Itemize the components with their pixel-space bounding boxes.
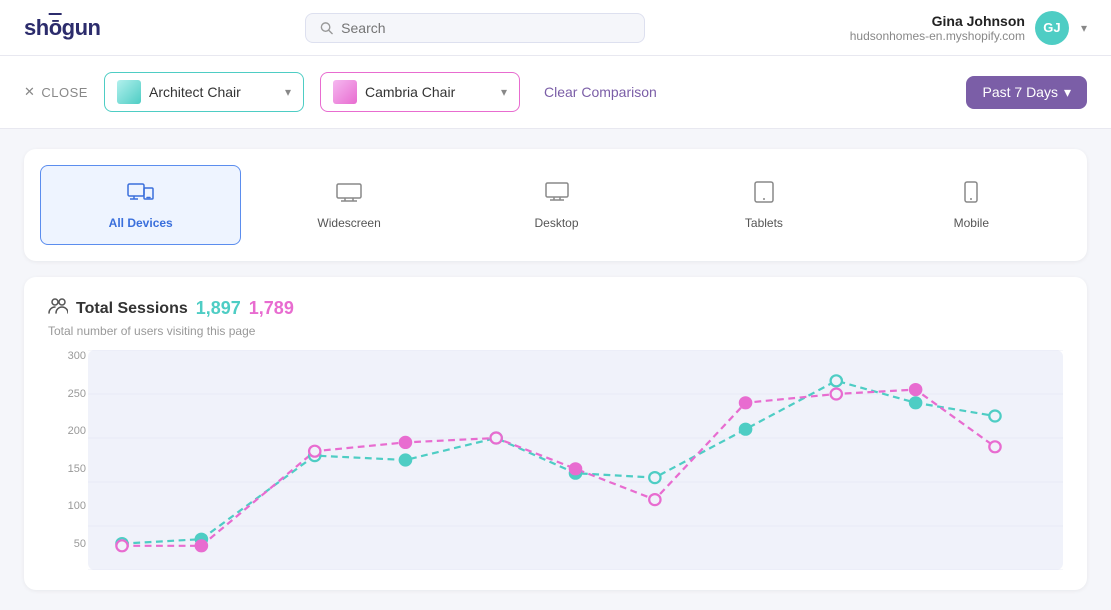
tablets-icon [750, 180, 778, 210]
device-tabs: All Devices Widescreen [24, 149, 1087, 261]
app-logo: shōgun [24, 15, 100, 41]
chart-value-1: 1,897 [196, 298, 241, 319]
y-label-300: 300 [68, 350, 86, 362]
user-details: Gina Johnson hudsonhomes-en.myshopify.co… [850, 13, 1025, 43]
close-x-icon: ✕ [24, 84, 35, 100]
date-chevron-icon: ▾ [1064, 84, 1071, 101]
mobile-icon [957, 180, 985, 210]
y-label-50: 50 [74, 538, 86, 550]
tab-tablets-label: Tablets [745, 216, 783, 230]
y-label-100: 100 [68, 500, 86, 512]
y-label-150: 150 [68, 463, 86, 475]
tab-desktop[interactable]: Desktop [457, 165, 656, 245]
search-input[interactable] [341, 20, 630, 36]
page1-selector[interactable]: Architect Chair ▾ [104, 72, 304, 112]
chart-svg [88, 350, 1063, 570]
chart-header: Total Sessions 1,897 1,789 [48, 297, 1063, 320]
y-label-200: 200 [68, 425, 86, 437]
people-icon [48, 297, 68, 320]
user-name: Gina Johnson [850, 13, 1025, 29]
y-label-250: 250 [68, 388, 86, 400]
search-bar[interactable] [305, 13, 645, 43]
tab-mobile[interactable]: Mobile [872, 165, 1071, 245]
comparison-toolbar: ✕ CLOSE Architect Chair ▾ Cambria Chair … [0, 56, 1111, 129]
clear-comparison-button[interactable]: Clear Comparison [544, 84, 657, 100]
chevron-down-icon[interactable]: ▾ [1081, 21, 1087, 35]
tab-all-devices[interactable]: All Devices [40, 165, 241, 245]
page1-chevron-icon: ▾ [285, 85, 291, 99]
page2-label: Cambria Chair [365, 84, 493, 100]
avatar: GJ [1035, 11, 1069, 45]
user-store: hudsonhomes-en.myshopify.com [850, 29, 1025, 43]
chart-area: 300 250 200 150 100 50 [48, 350, 1063, 570]
page1-thumbnail [117, 80, 141, 104]
widescreen-icon [335, 180, 363, 210]
main-content: All Devices Widescreen [0, 129, 1111, 610]
date-range-label: Past 7 Days [982, 84, 1057, 100]
tab-desktop-label: Desktop [535, 216, 579, 230]
all-devices-icon [127, 180, 155, 210]
user-info: Gina Johnson hudsonhomes-en.myshopify.co… [850, 11, 1087, 45]
page2-chevron-icon: ▾ [501, 85, 507, 99]
tab-tablets[interactable]: Tablets [664, 165, 863, 245]
chart-value-2: 1,789 [249, 298, 294, 319]
desktop-icon [543, 180, 571, 210]
close-label: CLOSE [41, 85, 88, 100]
page1-label: Architect Chair [149, 84, 277, 100]
close-button[interactable]: ✕ CLOSE [24, 84, 88, 100]
page2-selector[interactable]: Cambria Chair ▾ [320, 72, 520, 112]
y-axis-labels: 300 250 200 150 100 50 [48, 350, 86, 550]
chart-subtitle: Total number of users visiting this page [48, 324, 1063, 338]
chart-card: Total Sessions 1,897 1,789 Total number … [24, 277, 1087, 590]
tab-all-devices-label: All Devices [109, 216, 173, 230]
tab-widescreen[interactable]: Widescreen [249, 165, 448, 245]
search-icon [320, 21, 333, 35]
date-range-button[interactable]: Past 7 Days ▾ [966, 76, 1087, 109]
tab-widescreen-label: Widescreen [317, 216, 380, 230]
page2-thumbnail [333, 80, 357, 104]
chart-title: Total Sessions [76, 300, 188, 318]
app-header: shōgun Gina Johnson hudsonhomes-en.mysho… [0, 0, 1111, 56]
tab-mobile-label: Mobile [954, 216, 989, 230]
